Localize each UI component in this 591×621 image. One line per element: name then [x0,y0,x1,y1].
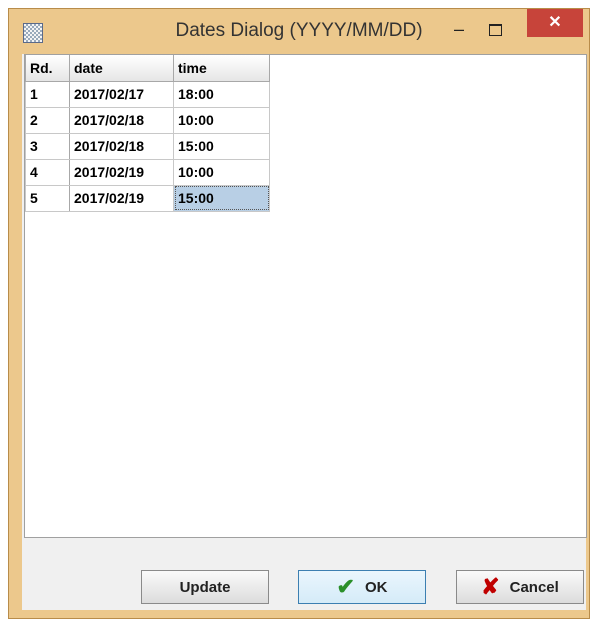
table-row[interactable]: 3 2017/02/18 15:00 [25,132,270,160]
cell-date[interactable]: 2017/02/18 [69,106,174,134]
update-button-label: Update [179,578,231,596]
cell-date[interactable]: 2017/02/18 [69,132,174,160]
dates-table: Rd. date time 1 2017/02/17 18:00 2 2017/… [25,55,270,212]
cell-date[interactable]: 2017/02/19 [69,158,174,186]
table-row[interactable]: 5 2017/02/19 15:00 [25,184,270,212]
cell-time[interactable]: 18:00 [173,80,270,108]
cell-rd[interactable]: 5 [25,184,70,212]
cell-time[interactable]: 10:00 [173,158,270,186]
cell-rd[interactable]: 4 [25,158,70,186]
cell-time-selected[interactable]: 15:00 [173,184,270,212]
table-row[interactable]: 2 2017/02/18 10:00 [25,106,270,134]
x-icon: ✘ [481,574,500,599]
ok-button[interactable]: ✔ OK [298,570,426,604]
cancel-button[interactable]: ✘ Cancel [456,570,584,604]
cell-date[interactable]: 2017/02/19 [69,184,174,212]
column-header-date[interactable]: date [69,55,174,82]
cancel-button-label: Cancel [509,578,559,596]
column-header-rd[interactable]: Rd. [25,55,70,82]
dates-table-panel[interactable]: Rd. date time 1 2017/02/17 18:00 2 2017/… [24,54,587,538]
table-row[interactable]: 1 2017/02/17 18:00 [25,80,270,108]
column-header-time[interactable]: time [173,55,270,82]
maximize-icon [488,24,502,37]
dialog-content: Rd. date time 1 2017/02/17 18:00 2 2017/… [22,54,587,610]
close-button[interactable]: ✕ [527,9,583,37]
cell-time[interactable]: 10:00 [173,106,270,134]
cell-date[interactable]: 2017/02/17 [69,80,174,108]
cell-rd[interactable]: 3 [25,132,70,160]
dates-dialog-window: Dates Dialog (YYYY/MM/DD) – ✕ Rd. date t… [8,8,590,619]
title-bar[interactable]: Dates Dialog (YYYY/MM/DD) – ✕ [9,9,589,55]
checkmark-icon: ✔ [336,574,355,599]
minimize-button[interactable]: – [445,17,473,43]
table-row[interactable]: 4 2017/02/19 10:00 [25,158,270,186]
cell-rd[interactable]: 2 [25,106,70,134]
table-header-row: Rd. date time [25,55,270,82]
maximize-button[interactable] [481,17,509,43]
cell-time[interactable]: 15:00 [173,132,270,160]
cell-rd[interactable]: 1 [25,80,70,108]
update-button[interactable]: Update [141,570,269,604]
ok-button-label: OK [364,578,388,596]
